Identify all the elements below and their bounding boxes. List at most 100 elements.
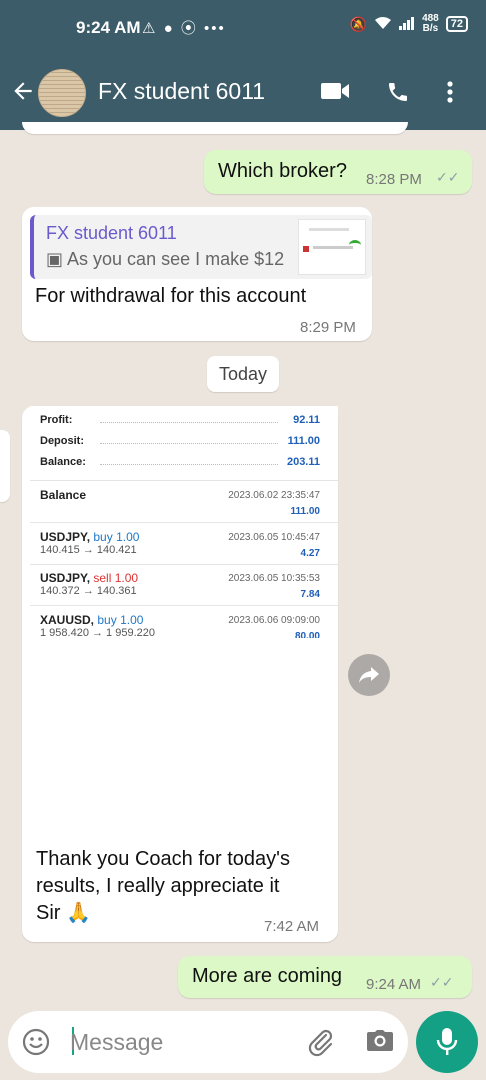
message-incoming[interactable]: FX student 6011 ▣ As you can see I make … [22, 207, 372, 341]
more-vert-icon[interactable] [446, 80, 454, 109]
history-side: sell [93, 571, 112, 585]
history-date: 2023.06.02 23:35:47 [228, 490, 320, 501]
thumb-line [309, 228, 349, 231]
dotted-leader [100, 464, 278, 465]
message-text: For withdrawal for this account [35, 285, 307, 307]
history-qty: 1.00 [116, 530, 140, 544]
message-time: 8:29 PM [300, 319, 356, 336]
message-time: 9:24 AM [366, 976, 422, 993]
notification-icons: ⚠ ● ⦿ ••• [142, 20, 226, 37]
message-text: More are coming [192, 965, 343, 987]
history-amount: 111.00 [290, 506, 320, 517]
message-outgoing[interactable]: More are coming 9:24 AM ✓✓ [178, 956, 472, 998]
trade-history-image[interactable]: Profit: 92.11 Deposit: 111.00 Balance: 2… [30, 406, 338, 642]
thumb-arc [349, 240, 361, 250]
date-chip: Today [207, 356, 279, 392]
avatar[interactable] [38, 69, 86, 117]
message-text-line: Thank you Coach for today's [36, 848, 290, 870]
battery-indicator: 72 [445, 16, 468, 32]
message-text-block: Thank you Coach for today's results, I r… [36, 846, 326, 927]
message-time: 8:28 PM [366, 171, 422, 188]
mic-button[interactable] [416, 1011, 478, 1073]
read-ticks-icon: ✓✓ [436, 169, 460, 185]
emoji-icon[interactable] [22, 1028, 50, 1061]
signal-icon [399, 16, 415, 33]
quoted-text-row: ▣ As you can see I make $12 [46, 249, 284, 270]
history-symbol: XAUUSD, [40, 613, 95, 627]
message-outgoing[interactable]: Which broker? 8:28 PM ✓✓ [204, 150, 472, 194]
history-amount: 7.84 [300, 589, 320, 600]
divider [30, 480, 338, 481]
status-bar: 9:24 AM ⚠ ● ⦿ ••• 🔕 488 B/s 72 [0, 0, 486, 56]
history-amount: 4.27 [300, 548, 320, 559]
camera-icon[interactable] [366, 1029, 394, 1058]
message-composer[interactable]: Message [8, 1011, 408, 1073]
contact-name[interactable]: FX student 6011 [98, 78, 265, 105]
history-date: 2023.06.05 10:35:53 [228, 573, 320, 584]
quoted-thumbnail [298, 219, 366, 275]
message-text-line: results, I really appreciate it [36, 875, 280, 897]
summary-label: Deposit: [40, 435, 84, 447]
summary-row: Deposit: 111.00 [30, 435, 338, 453]
summary-label: Profit: [40, 414, 73, 426]
history-prices: 140.415 → 140.421 [40, 544, 137, 556]
phone-icon[interactable] [386, 80, 410, 109]
history-row: USDJPY, buy 1.00 140.415 → 140.421 2023.… [30, 530, 338, 566]
quoted-message[interactable]: FX student 6011 ▣ As you can see I make … [30, 215, 372, 279]
history-qty: 1.00 [120, 613, 144, 627]
back-arrow-icon[interactable] [10, 78, 36, 109]
summary-row: Profit: 92.11 [30, 414, 338, 432]
history-side: buy [93, 530, 113, 544]
status-time: 9:24 AM [76, 18, 141, 37]
net-speed: 488 B/s [422, 14, 439, 34]
image-icon: ▣ [46, 249, 64, 269]
mic-icon [436, 1028, 458, 1055]
net-speed-unit: B/s [422, 23, 439, 34]
history-symbol-line: USDJPY, sell 1.00 [40, 571, 138, 585]
history-row: USDJPY, sell 1.00 140.372 → 140.361 2023… [30, 571, 338, 607]
message-text: Which broker? [218, 160, 347, 182]
thumb-line [313, 246, 353, 249]
message-input[interactable]: Message [70, 1029, 163, 1056]
message-text-line: Sir [36, 902, 61, 924]
history-date: 2023.06.06 09:09:00 [228, 615, 320, 626]
forward-button[interactable] [348, 654, 390, 696]
history-symbol-line: XAUUSD, buy 1.00 [40, 613, 143, 627]
status-right-icons: 🔕 488 B/s 72 [350, 14, 468, 34]
attach-icon[interactable] [306, 1027, 336, 1062]
summary-value: 111.00 [287, 435, 320, 447]
divider [30, 605, 338, 606]
quoted-text: As you can see I make $12 [67, 249, 285, 269]
history-symbol-line: USDJPY, buy 1.00 [40, 530, 139, 544]
divider [30, 564, 338, 565]
history-symbol: Balance [40, 488, 87, 502]
forward-icon [359, 667, 379, 683]
video-call-icon[interactable] [320, 80, 350, 107]
history-prices: 140.372 → 140.361 [40, 585, 137, 597]
side-bubble-edge [0, 430, 10, 502]
pray-emoji: 🙏 [66, 902, 91, 924]
dotted-leader [100, 422, 278, 423]
summary-row: Balance: 203.11 [30, 456, 338, 474]
summary-value: 203.11 [286, 456, 320, 468]
history-qty: 1.00 [114, 571, 139, 585]
thumb-mark [303, 246, 309, 252]
history-row: Balance 2023.06.02 23:35:47 111.00 [30, 488, 338, 524]
previous-message-edge [22, 122, 408, 134]
quoted-sender: FX student 6011 [46, 223, 177, 243]
history-symbol: USDJPY, [40, 571, 91, 585]
mute-icon: 🔕 [349, 15, 368, 32]
message-time: 7:42 AM [264, 918, 320, 935]
dotted-leader [100, 443, 278, 444]
history-date: 2023.06.05 10:45:47 [228, 532, 320, 543]
history-symbol: USDJPY, [40, 530, 91, 544]
summary-label: Balance: [40, 456, 86, 468]
summary-value: 92.11 [293, 414, 320, 426]
divider [30, 522, 338, 523]
read-ticks-icon: ✓✓ [430, 974, 454, 990]
image-blank-area [30, 638, 338, 846]
chat-header: FX student 6011 [0, 56, 486, 130]
history-side: buy [97, 613, 117, 627]
wifi-icon [374, 16, 392, 33]
message-incoming-image[interactable]: Profit: 92.11 Deposit: 111.00 Balance: 2… [22, 406, 338, 942]
